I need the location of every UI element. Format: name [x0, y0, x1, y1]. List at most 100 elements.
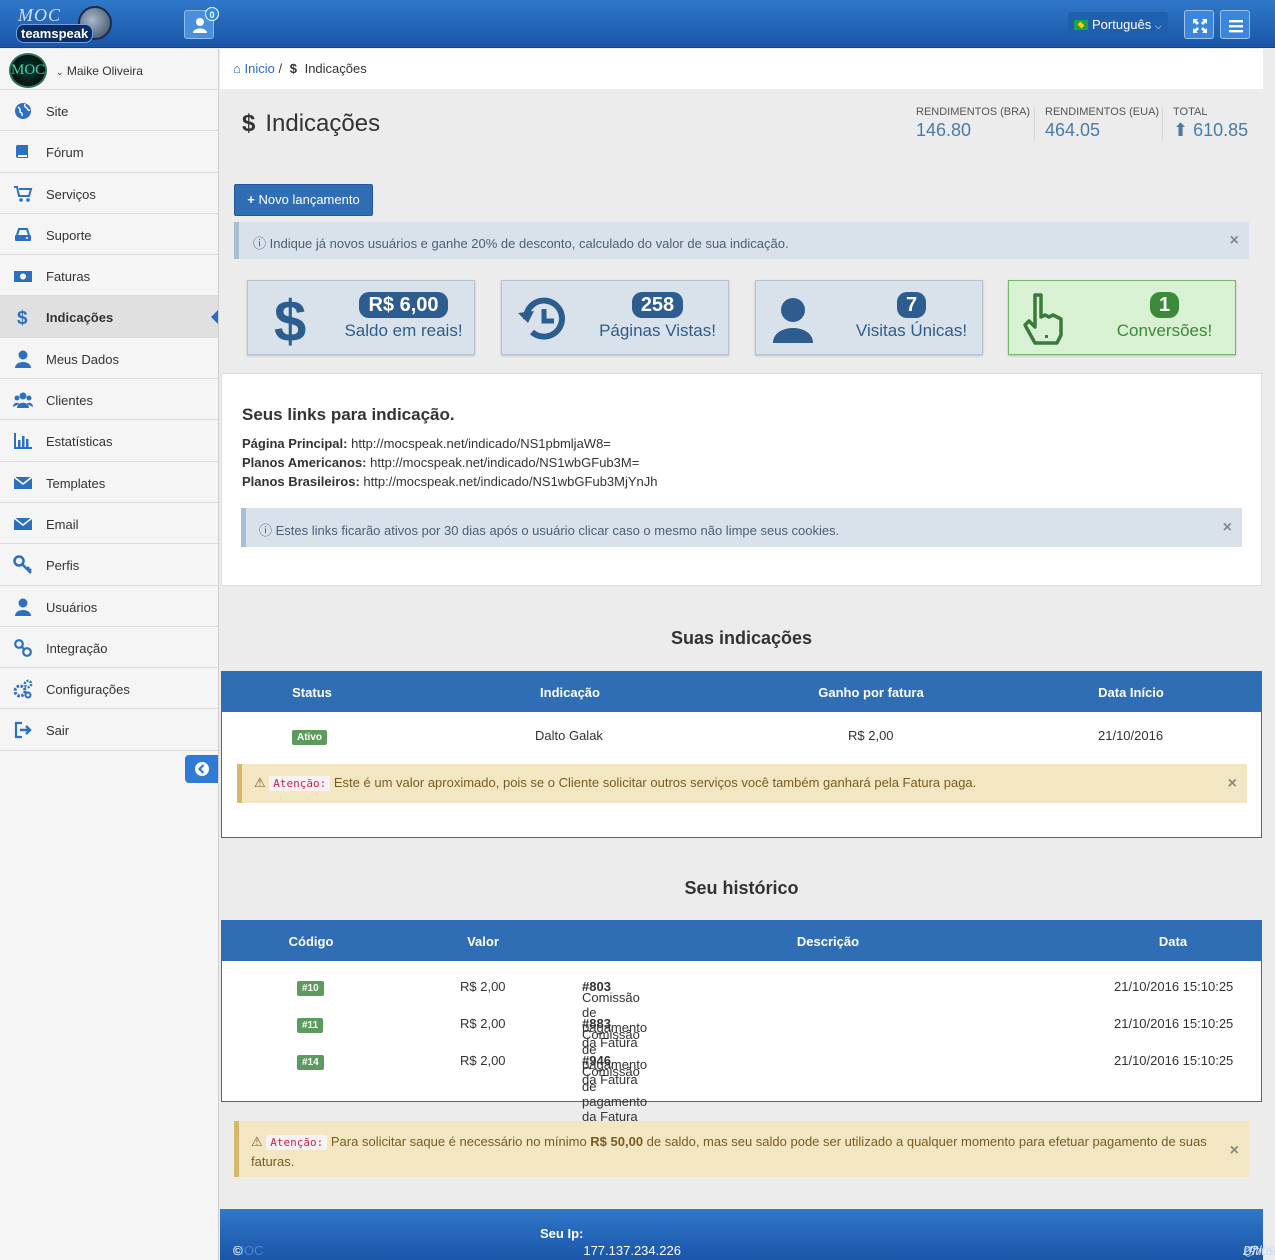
arrow-left-circle-icon — [195, 762, 209, 776]
sidebar-item-faturas[interactable]: Faturas — [0, 255, 218, 297]
close-icon[interactable]: × — [1230, 232, 1239, 250]
svg-text:$: $ — [17, 308, 28, 327]
code-badge: #10 — [297, 981, 324, 996]
sidebar-item-perfis[interactable]: Perfis — [0, 544, 218, 586]
breadcrumb: ⌂ Inicio / $ Indicações — [220, 49, 1263, 89]
breadcrumb-home[interactable]: ⌂ Inicio — [233, 61, 275, 76]
hand-pointer-icon — [1023, 293, 1063, 345]
breadcrumb-home-label: Inicio — [244, 61, 275, 76]
column-header: Status — [292, 685, 332, 700]
close-icon[interactable]: × — [1223, 519, 1232, 537]
links-info-alert: ⓘ Estes links ficarão ativos por 30 dias… — [241, 508, 1242, 547]
info-alert-text: Indique já novos usuários e ganhe 20% de… — [269, 236, 789, 251]
links-panel: Seus links para indicação. Página Princi… — [221, 373, 1262, 586]
sidebar-item-label: Estatísticas — [46, 434, 113, 450]
breadcrumb-separator: / — [278, 61, 283, 76]
referral-name: Dalto Galak — [535, 728, 603, 743]
links-title: Seus links para indicação. — [242, 405, 455, 424]
withdraw-warning: ⚠ Atenção: Para solicitar saque é necess… — [234, 1121, 1249, 1177]
collapse-sidebar-button[interactable] — [185, 755, 218, 783]
new-entry-button[interactable]: + Novo lançamento — [234, 184, 373, 216]
balance-value: R$ 6,00 — [359, 292, 448, 318]
referral-date: 21/10/2016 — [1098, 728, 1164, 743]
sidebar-item-meus-dados[interactable]: Meus Dados — [0, 338, 218, 380]
column-header: Data — [1158, 934, 1188, 949]
sidebar-item-label: Meus Dados — [46, 351, 119, 367]
table-header: Status Indicação Ganho por fatura Data I… — [222, 672, 1261, 712]
sidebar-item-forum[interactable]: Fórum — [0, 131, 218, 173]
sidebar-item-clientes[interactable]: Clientes — [0, 379, 218, 421]
sidebar-item-label: Suporte — [46, 227, 92, 243]
balance-label: Saldo em reais! — [344, 321, 463, 340]
link-row: Planos Americanos: http://mocspeak.net/i… — [242, 455, 639, 470]
language-dropdown[interactable]: Português ⌵ — [1068, 12, 1168, 38]
sidebar-item-email[interactable]: Email — [0, 503, 218, 545]
sidebar-item-integracao[interactable]: Integração — [0, 627, 218, 669]
divider — [1162, 108, 1163, 140]
sidebar-item-templates[interactable]: Templates — [0, 462, 218, 503]
warning-amount: R$ 50,00 — [590, 1134, 644, 1149]
sign-out-icon — [14, 722, 32, 739]
sidebar-item-usuarios[interactable]: Usuários — [0, 586, 218, 627]
home-icon: ⌂ — [233, 61, 241, 76]
cart-icon — [14, 185, 33, 202]
dollar-icon: $ — [274, 291, 306, 347]
sidebar-item-configuracoes[interactable]: Configurações — [0, 668, 218, 710]
page-title-text: Indicações — [265, 110, 381, 137]
links-info-text: Estes links ficarão ativos por 30 dias a… — [275, 523, 840, 538]
column-header: Código — [288, 934, 334, 949]
envelope-icon — [13, 476, 33, 489]
hdd-icon — [15, 227, 31, 241]
brazil-flag-icon — [1074, 20, 1088, 30]
sidebar-item-label: Sair — [46, 723, 70, 739]
footer: MOC Soluções © 2014 Seu Ip: 177.137.234.… — [220, 1209, 1275, 1260]
notifications-button[interactable]: 0 — [184, 7, 219, 39]
menu-button[interactable] — [1220, 10, 1250, 39]
user-profile[interactable]: MOC ⌄ Maike Oliveira — [0, 49, 218, 90]
link-url[interactable]: http://mocspeak.net/indicado/NS1pbmljaW8… — [351, 436, 611, 451]
sidebar-item-indicacoes[interactable]: $ Indicações — [0, 296, 218, 338]
referral-warning: ⚠ Atenção: Este é um valor aproximado, p… — [237, 764, 1247, 803]
sidebar-item-label: Indicações — [46, 310, 114, 326]
ip-value: 177.137.234.226 — [583, 1243, 681, 1258]
sidebar-item-servicos[interactable]: Serviços — [0, 173, 218, 214]
user-name[interactable]: ⌄ Maike Oliveira — [56, 64, 143, 78]
unique-visits-label: Visitas Únicas! — [855, 321, 968, 340]
sidebar-item-label: Perfis — [46, 558, 80, 574]
table-row: #14 R$ 2,00 Comissão de pagamento da Fatur… — [222, 1042, 1261, 1124]
sidebar-item-estatisticas[interactable]: Estatísticas — [0, 420, 218, 462]
globe-icon — [15, 103, 31, 119]
stat-bra: RENDIMENTOS (BRA) 146.80 — [916, 106, 1030, 141]
sidebar-item-label: Configurações — [46, 682, 130, 698]
history-value: R$ 2,00 — [460, 1053, 506, 1068]
stat-value-row: ⬆ 610.85 — [1173, 120, 1248, 141]
link-url[interactable]: http://mocspeak.net/indicado/NS1wbGFub3M… — [370, 455, 639, 470]
dollar-icon: $ — [17, 308, 28, 327]
description-text: Comissão de pagamento da Fatura — [582, 1064, 648, 1124]
sidebar-item-site[interactable]: Site — [0, 90, 218, 132]
history-description: Comissão de pagamento da Fatura #803 — [582, 979, 647, 1050]
logo-subtext: teamspeak — [16, 24, 94, 43]
user-icon — [773, 298, 813, 343]
sidebar-item-label: Site — [46, 104, 69, 119]
chevron-down-icon: ⌵ — [1154, 21, 1162, 31]
fullscreen-button[interactable] — [1184, 10, 1214, 39]
warning-text: Este é um valor aproximado, pois se o Cl… — [333, 775, 977, 790]
close-icon[interactable]: × — [1230, 1141, 1239, 1160]
logo[interactable]: MOC teamspeak — [12, 4, 112, 44]
warning-text: faturas. — [251, 1154, 295, 1169]
envelope-icon — [13, 517, 33, 530]
column-header: Descrição — [796, 934, 860, 949]
sidebar-item-label: Serviços — [46, 186, 96, 202]
column-header: Indicação — [540, 685, 600, 700]
sidebar-item-label: Integração — [46, 640, 108, 656]
sidebar-item-suporte[interactable]: Suporte — [0, 214, 218, 256]
sidebar-item-label: Fórum — [46, 145, 84, 161]
avatar: MOC — [9, 53, 47, 88]
sidebar-item-label: Faturas — [46, 269, 91, 285]
table-row: #10 R$ 2,00 Comissão de pagamento da Fatur… — [222, 968, 1261, 1050]
user-icon — [15, 350, 31, 368]
sidebar-item-sair[interactable]: Sair — [0, 709, 218, 751]
link-url[interactable]: http://mocspeak.net/indicado/NS1wbGFub3M… — [363, 474, 657, 489]
close-icon[interactable]: × — [1228, 775, 1237, 793]
